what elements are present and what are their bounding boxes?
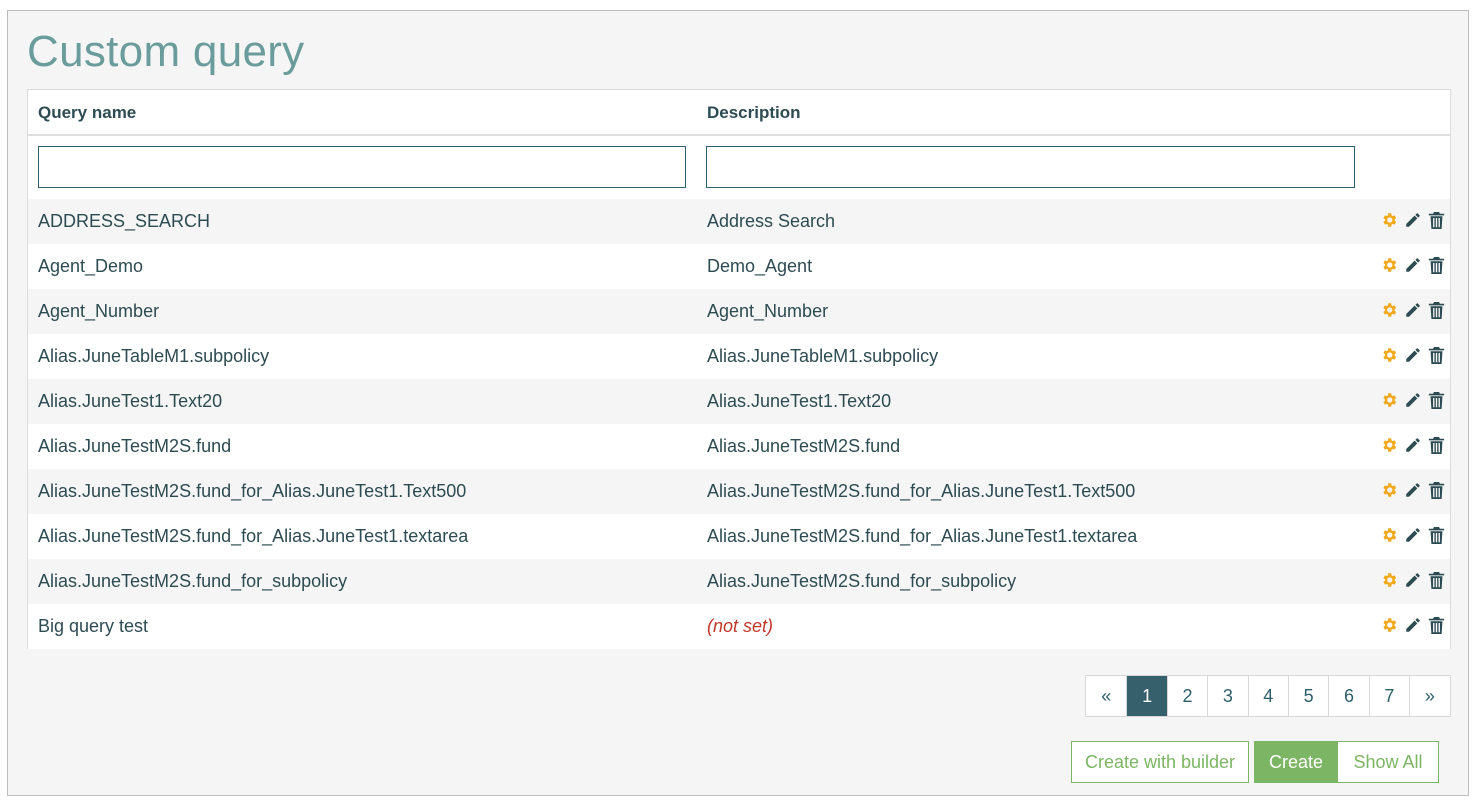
description-cell: Alias.JuneTestM2S.fund [707, 436, 901, 456]
trash-icon[interactable] [1426, 614, 1447, 636]
pager-page-3[interactable]: 3 [1207, 676, 1247, 716]
trash-icon[interactable] [1426, 209, 1447, 231]
pager-next-button[interactable]: » [1409, 676, 1449, 716]
query-name-cell: Alias.JuneTestM2S.fund [38, 436, 232, 456]
description-cell: Alias.JuneTestM2S.fund_for_Alias.JuneTes… [707, 526, 1138, 546]
pencil-icon[interactable] [1402, 569, 1423, 591]
table-row[interactable]: Alias.JuneTableM1.subpolicy Alias.JuneTab… [28, 334, 1450, 379]
description-cell: Alias.JuneTableM1.subpolicy [707, 346, 939, 366]
query-name-cell: Big query test [38, 616, 149, 636]
gear-icon[interactable] [1378, 479, 1399, 501]
create-button[interactable]: Create [1254, 741, 1338, 783]
gear-icon[interactable] [1378, 209, 1399, 231]
table-row[interactable]: Agent_Demo Demo_Agent [28, 244, 1450, 289]
page-title: Custom query [27, 27, 305, 76]
create-with-builder-button[interactable]: Create with builder [1071, 741, 1249, 783]
pager-page-1[interactable]: 1 [1126, 676, 1167, 716]
show-all-button[interactable]: Show All [1337, 741, 1439, 783]
row-actions [1378, 344, 1447, 366]
row-actions [1378, 614, 1447, 636]
row-actions [1378, 434, 1447, 456]
pencil-icon[interactable] [1402, 479, 1423, 501]
table-row[interactable]: Alias.JuneTestM2S.fund_for_subpolicy Alia… [28, 559, 1450, 604]
description-cell: Address Search [707, 211, 836, 231]
trash-icon[interactable] [1426, 254, 1447, 276]
grid-body: ADDRESS_SEARCH Address Search Agent_Demo De… [28, 199, 1450, 649]
filter-row [28, 136, 1450, 199]
table-row[interactable]: Alias.JuneTestM2S.fund Alias.JuneTestM2S.… [28, 424, 1450, 469]
gear-icon[interactable] [1378, 614, 1399, 636]
trash-icon[interactable] [1426, 389, 1447, 411]
description-cell: Alias.JuneTestM2S.fund_for_Alias.JuneTes… [707, 481, 1136, 501]
description-cell: Alias.JuneTest1.Text20 [707, 391, 892, 411]
table-row[interactable]: Alias.JuneTestM2S.fund_for_Alias.JuneTes… [28, 514, 1450, 559]
gear-icon[interactable] [1378, 434, 1399, 456]
pencil-icon[interactable] [1402, 614, 1423, 636]
pencil-icon[interactable] [1402, 209, 1423, 231]
row-actions [1378, 524, 1447, 546]
pager-page-2[interactable]: 2 [1166, 676, 1207, 716]
trash-icon[interactable] [1426, 479, 1447, 501]
grid-header: Query name Description [28, 90, 1450, 136]
gear-icon[interactable] [1378, 389, 1399, 411]
trash-icon[interactable] [1426, 524, 1447, 546]
table-row[interactable]: Big query test (not set) [28, 604, 1450, 649]
query-name-cell: Agent_Demo [38, 256, 144, 276]
gear-icon[interactable] [1378, 524, 1399, 546]
query-name-cell: Alias.JuneTableM1.subpolicy [38, 346, 270, 366]
pencil-icon[interactable] [1402, 344, 1423, 366]
column-header-query-name[interactable]: Query name [38, 103, 136, 123]
row-actions [1378, 479, 1447, 501]
table-row[interactable]: Alias.JuneTest1.Text20 Alias.JuneTest1.Te… [28, 379, 1450, 424]
query-grid: Query name Description ADDRESS_SEARCH Add… [27, 89, 1451, 649]
pager-page-6[interactable]: 6 [1328, 676, 1368, 716]
description-cell: Demo_Agent [707, 256, 813, 276]
table-row[interactable]: Agent_Number Agent_Number [28, 289, 1450, 334]
pagination: «1 2 3 4 5 6 7» [1085, 675, 1451, 717]
row-actions [1378, 209, 1447, 231]
gear-icon[interactable] [1378, 299, 1399, 321]
description-cell: Alias.JuneTestM2S.fund_for_subpolicy [707, 571, 1017, 591]
row-actions [1378, 254, 1447, 276]
trash-icon[interactable] [1426, 344, 1447, 366]
query-name-cell: Alias.JuneTestM2S.fund_for_Alias.JuneTes… [38, 526, 469, 546]
pager-page-5[interactable]: 5 [1287, 676, 1328, 716]
trash-icon[interactable] [1426, 434, 1447, 456]
query-name-cell: ADDRESS_SEARCH [38, 211, 211, 231]
query-name-cell: Alias.JuneTest1.Text20 [38, 391, 223, 411]
row-actions [1378, 299, 1447, 321]
pager-page-4[interactable]: 4 [1247, 676, 1288, 716]
pager-prev-button[interactable]: « [1086, 676, 1126, 716]
row-actions [1378, 569, 1447, 591]
description-not-set: (not set) [707, 616, 774, 636]
column-header-description[interactable]: Description [707, 103, 801, 123]
pencil-icon[interactable] [1402, 524, 1423, 546]
description-filter-input[interactable] [706, 146, 1355, 188]
trash-icon[interactable] [1426, 569, 1447, 591]
trash-icon[interactable] [1426, 299, 1447, 321]
query-name-cell: Alias.JuneTestM2S.fund_for_Alias.JuneTes… [38, 481, 467, 501]
query-name-cell: Agent_Number [38, 301, 160, 321]
pencil-icon[interactable] [1402, 254, 1423, 276]
pencil-icon[interactable] [1402, 389, 1423, 411]
query-name-cell: Alias.JuneTestM2S.fund_for_subpolicy [38, 571, 348, 591]
row-actions [1378, 389, 1447, 411]
gear-icon[interactable] [1378, 569, 1399, 591]
pencil-icon[interactable] [1402, 434, 1423, 456]
custom-query-panel: Custom query Query name Description ADDR… [7, 10, 1469, 796]
table-row[interactable]: Alias.JuneTestM2S.fund_for_Alias.JuneTes… [28, 469, 1450, 514]
query-name-filter-input[interactable] [38, 146, 686, 188]
gear-icon[interactable] [1378, 254, 1399, 276]
pencil-icon[interactable] [1402, 299, 1423, 321]
gear-icon[interactable] [1378, 344, 1399, 366]
description-cell: Agent_Number [707, 301, 829, 321]
pager-page-7[interactable]: 7 [1368, 676, 1409, 716]
table-row[interactable]: ADDRESS_SEARCH Address Search [28, 199, 1450, 244]
